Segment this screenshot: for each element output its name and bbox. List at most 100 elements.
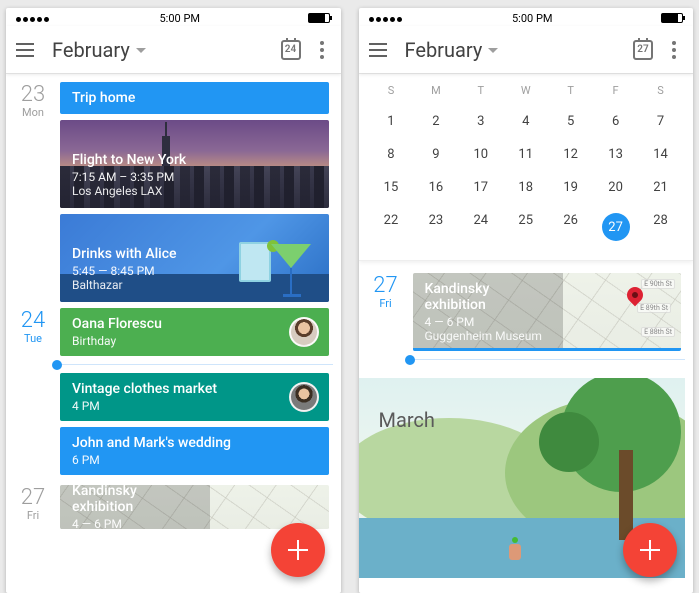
event-flight[interactable]: Flight to New York 7:15 AM – 3:35 PM Los… <box>60 120 329 208</box>
chevron-down-icon <box>488 48 498 53</box>
battery-icon <box>661 13 683 23</box>
chevron-down-icon <box>136 48 146 53</box>
today-icon[interactable]: 24 <box>281 40 301 60</box>
date-dow: Fri <box>6 509 60 522</box>
status-time: 5:00 PM <box>160 12 200 25</box>
day-cell[interactable]: 5 <box>548 105 593 138</box>
event-birthday[interactable]: Oana Florescu Birthday <box>60 308 329 356</box>
event-title: Drinks with Alice <box>72 246 317 262</box>
date-column: 27 Fri <box>359 273 413 351</box>
event-title: John and Mark's wedding <box>72 435 317 451</box>
day-cell[interactable]: 21 <box>638 171 683 204</box>
day-cell[interactable]: 25 <box>503 204 548 250</box>
weekday-row: SMTWTFS <box>369 78 684 105</box>
month-label: February <box>405 38 483 62</box>
day-cell[interactable]: 18 <box>503 171 548 204</box>
month-label: March <box>379 408 435 432</box>
map-street-label: E 88th St <box>641 327 675 337</box>
day-cell[interactable]: 14 <box>638 138 683 171</box>
event-time: 7:15 AM – 3:35 PM <box>72 170 317 184</box>
weekday-label: M <box>413 78 458 105</box>
event-trip-home[interactable]: Trip home <box>60 82 329 114</box>
week-row: 15161718192021 <box>369 171 684 204</box>
date-dow: Fri <box>359 297 413 310</box>
today-icon[interactable]: 27 <box>633 40 653 60</box>
day-cell[interactable]: 15 <box>369 171 414 204</box>
event-title: Flight to New York <box>72 152 317 168</box>
day-cell[interactable]: 20 <box>593 171 638 204</box>
date-number: 23 <box>6 84 60 106</box>
rower-icon <box>509 544 521 560</box>
avatar-icon <box>289 382 319 412</box>
signal-dots-icon <box>16 12 51 25</box>
date-dow: Tue <box>6 332 60 345</box>
week-row: 1234567 <box>369 105 684 138</box>
day-block: 24 Tue Oana Florescu Birthday <box>6 308 333 356</box>
event-title: Vintage clothes market <box>72 381 317 397</box>
day-block: 23 Mon Trip home Flight to New York 7:15… <box>6 82 333 302</box>
date-number: 27 <box>359 275 413 297</box>
day-cell[interactable]: 2 <box>413 105 458 138</box>
week-row: 22232425262728 <box>369 204 684 250</box>
day-cell[interactable]: 16 <box>413 171 458 204</box>
day-cell[interactable]: 1 <box>369 105 414 138</box>
menu-icon[interactable] <box>14 39 36 61</box>
day-cell[interactable]: 8 <box>369 138 414 171</box>
date-number: 24 <box>6 310 60 332</box>
day-cell[interactable]: 12 <box>548 138 593 171</box>
day-cell[interactable]: 7 <box>638 105 683 138</box>
event-location: Balthazar <box>72 278 317 292</box>
day-cell[interactable]: 10 <box>458 138 503 171</box>
date-column <box>6 373 60 475</box>
event-time: 5:45 — 8:45 PM <box>72 264 317 278</box>
day-cell[interactable]: 4 <box>503 105 548 138</box>
phone-agenda-view: 5:00 PM February 24 23 Mon Tri <box>6 8 341 593</box>
day-cell[interactable]: 27 <box>593 204 638 250</box>
date-column: 23 Mon <box>6 82 60 302</box>
day-cell[interactable]: 24 <box>458 204 503 250</box>
day-block-continued: Vintage clothes market 4 PM John and Mar… <box>6 373 333 475</box>
day-cell[interactable]: 17 <box>458 171 503 204</box>
day-cell[interactable]: 11 <box>503 138 548 171</box>
day-block: 27 Fri Kandinsky exhibition 4 — 6 PM <box>6 485 333 529</box>
overflow-icon[interactable] <box>663 41 685 59</box>
menu-icon[interactable] <box>367 39 389 61</box>
overflow-icon[interactable] <box>311 41 333 59</box>
battery-icon <box>308 13 330 23</box>
day-cell[interactable]: 22 <box>369 204 414 250</box>
day-block: 27 Fri E 90th St E 89th St E 88th St Kan… <box>359 273 686 351</box>
event-drinks[interactable]: Drinks with Alice 5:45 — 8:45 PM Balthaz… <box>60 214 329 302</box>
event-exhibition-peek[interactable]: Kandinsky exhibition 4 — 6 PM <box>60 485 329 529</box>
event-market[interactable]: Vintage clothes market 4 PM <box>60 373 329 421</box>
status-bar: 5:00 PM <box>359 8 694 26</box>
weekday-label: T <box>548 78 593 105</box>
event-exhibition[interactable]: E 90th St E 89th St E 88th St Kandinsky … <box>413 273 682 351</box>
event-sub: 6 PM <box>72 453 317 467</box>
event-accent-bar <box>413 348 682 351</box>
agenda-body[interactable]: 23 Mon Trip home Flight to New York 7:15… <box>6 74 341 593</box>
day-cell[interactable]: 6 <box>593 105 638 138</box>
map-street-label: E 90th St <box>641 279 675 289</box>
event-time: 4 — 6 PM <box>72 517 198 529</box>
add-event-fab[interactable] <box>623 523 677 577</box>
day-cell[interactable]: 19 <box>548 171 593 204</box>
day-cell[interactable]: 26 <box>548 204 593 250</box>
month-picker[interactable]: February <box>405 38 499 62</box>
day-cell[interactable]: 23 <box>413 204 458 250</box>
date-column: 24 Tue <box>6 308 60 356</box>
event-wedding[interactable]: John and Mark's wedding 6 PM <box>60 427 329 475</box>
day-cell[interactable]: 13 <box>593 138 638 171</box>
app-bar: February 27 <box>359 26 694 74</box>
status-time: 5:00 PM <box>512 12 552 25</box>
day-cell[interactable]: 9 <box>413 138 458 171</box>
day-cell[interactable]: 3 <box>458 105 503 138</box>
signal-dots-icon <box>369 12 404 25</box>
weekday-label: F <box>593 78 638 105</box>
add-event-fab[interactable] <box>271 523 325 577</box>
event-location: Los Angeles LAX <box>72 184 317 198</box>
day-cell[interactable]: 28 <box>638 204 683 250</box>
phone-month-view: 5:00 PM February 27 SMTWTFS 123456789101… <box>359 8 694 593</box>
month-picker[interactable]: February <box>52 38 146 62</box>
date-number: 27 <box>6 487 60 509</box>
weekday-label: S <box>369 78 414 105</box>
